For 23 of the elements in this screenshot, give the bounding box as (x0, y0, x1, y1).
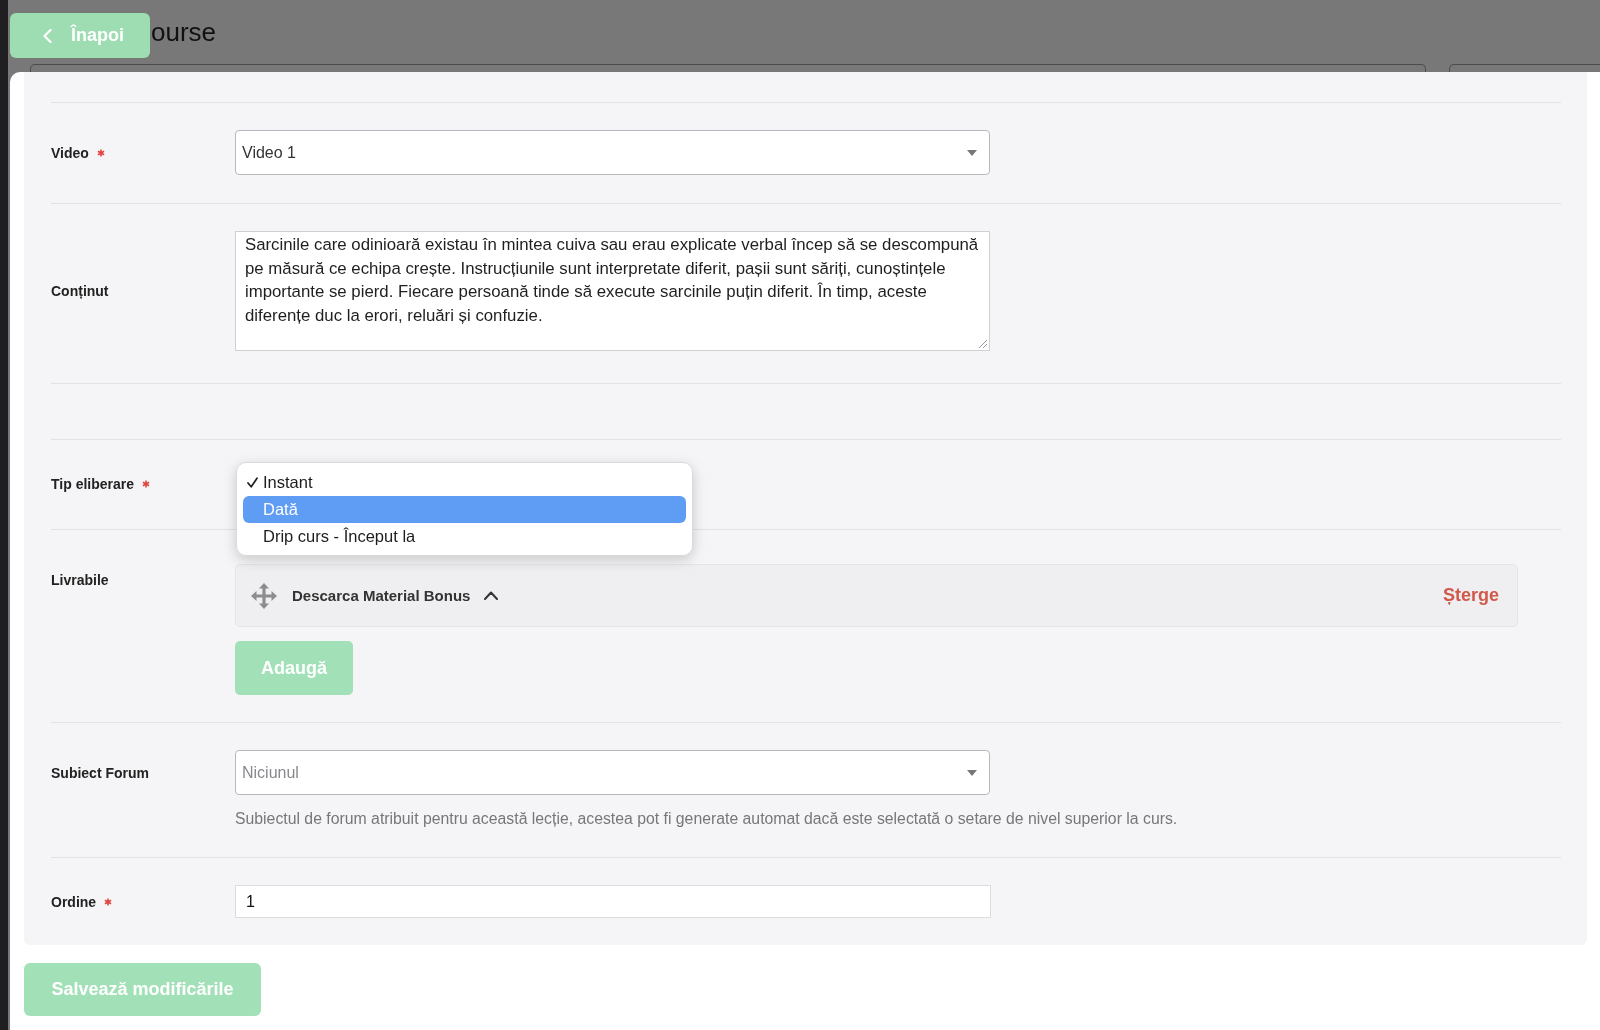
dropdown-option[interactable]: Dată (243, 496, 686, 523)
dropdown-option[interactable]: Instant (243, 469, 686, 496)
dropdown-arrow-icon (967, 769, 977, 776)
field-label: Ordine (51, 893, 97, 910)
field-label: Livrabile (51, 572, 109, 588)
select-field[interactable]: Niciunul (235, 750, 990, 795)
caret-up-icon[interactable] (484, 591, 499, 600)
chevron-left-icon (43, 28, 52, 43)
help-text: Subiectul de forum atribuit pentru această lecție, acestea pot fi generate automat dacă este selectată o setare de nivel superior la curs. (235, 809, 1178, 829)
delete-link[interactable]: Șterge (1442, 585, 1499, 606)
dropdown-option[interactable]: Drip curs - Început la (243, 523, 686, 550)
resize-grip-icon (979, 340, 987, 348)
order-input[interactable]: 1 (235, 885, 991, 918)
deliverable-title: Descarca Material Bonus (292, 587, 471, 604)
field-label: Conținut (51, 283, 109, 299)
field-label: Tip eliberare (51, 476, 134, 492)
content-textarea[interactable]: Sarcinile care odinioară existau în mintea cuiva sau erau explicate verbal încep să se descompună pe măsură ce echipa crește. Instrucțiunile sunt interpretate diferit, pașii sunt săriți, cunoștințele importante se pierd. Fiecare persoană tinde să execute sarcinile puțin diferit. În timp, aceste diferențe duc la erori, reluări și confuzie. (235, 231, 990, 351)
dropdown-arrow-icon (967, 149, 977, 156)
move-arrows-icon[interactable] (250, 581, 278, 610)
field-label: Subiect Forum (51, 764, 149, 781)
select-field[interactable]: Video 1 (235, 130, 990, 175)
field-label: Video (51, 144, 89, 161)
page-title: ourse (151, 18, 217, 45)
